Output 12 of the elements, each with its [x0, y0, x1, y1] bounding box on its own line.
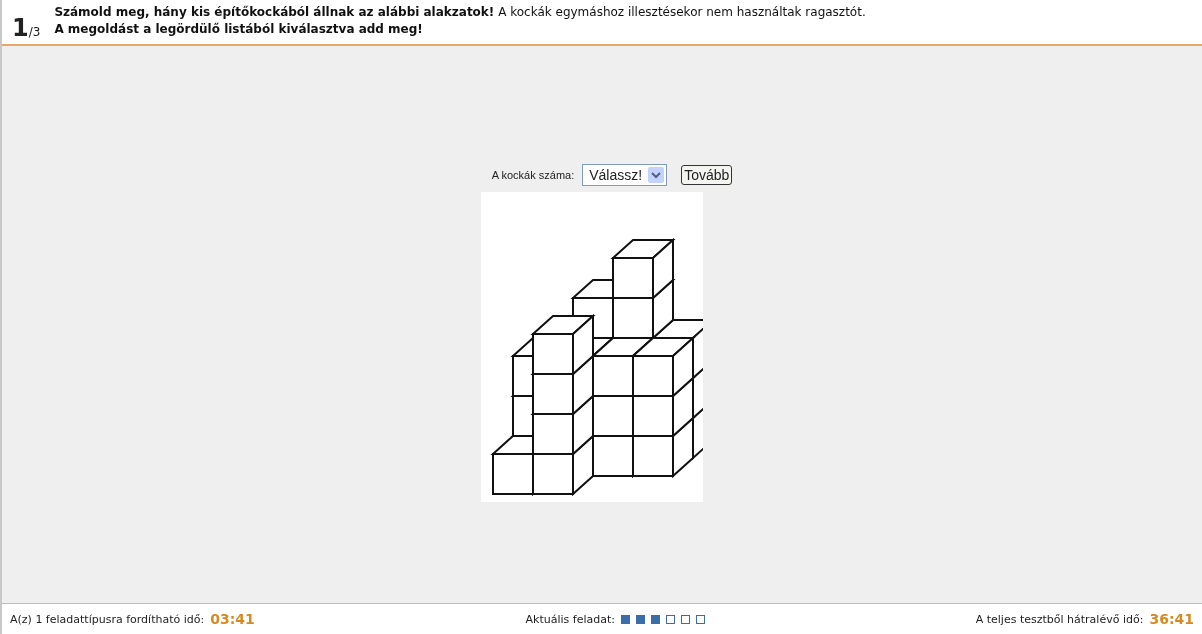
total-time: 36:41	[1149, 611, 1194, 627]
task-total: /3	[28, 25, 41, 39]
total-time-label: A teljes tesztből hátralévő idő:	[975, 612, 1144, 626]
next-button[interactable]: Tovább	[681, 165, 733, 185]
count-label: A kockák száma:	[491, 169, 575, 181]
instruction-text: A megoldást a legördülő listából kiválasztva add meg!	[54, 21, 424, 38]
count-select[interactable]: Válassz!	[582, 164, 668, 186]
current-task-label: Aktuális feladat:	[525, 612, 615, 626]
task-number: 1	[12, 14, 29, 42]
type-time: 03:41	[210, 611, 255, 627]
instruction-text: Számold meg, hány kis építőkockából állnak az alábbi alakzatok! A kockák egymáshoz illesztésekor nem használtak ragasztót.	[54, 4, 866, 21]
type-time-label: A(z) 1 feladattípusra fordítható idő:	[10, 612, 205, 626]
